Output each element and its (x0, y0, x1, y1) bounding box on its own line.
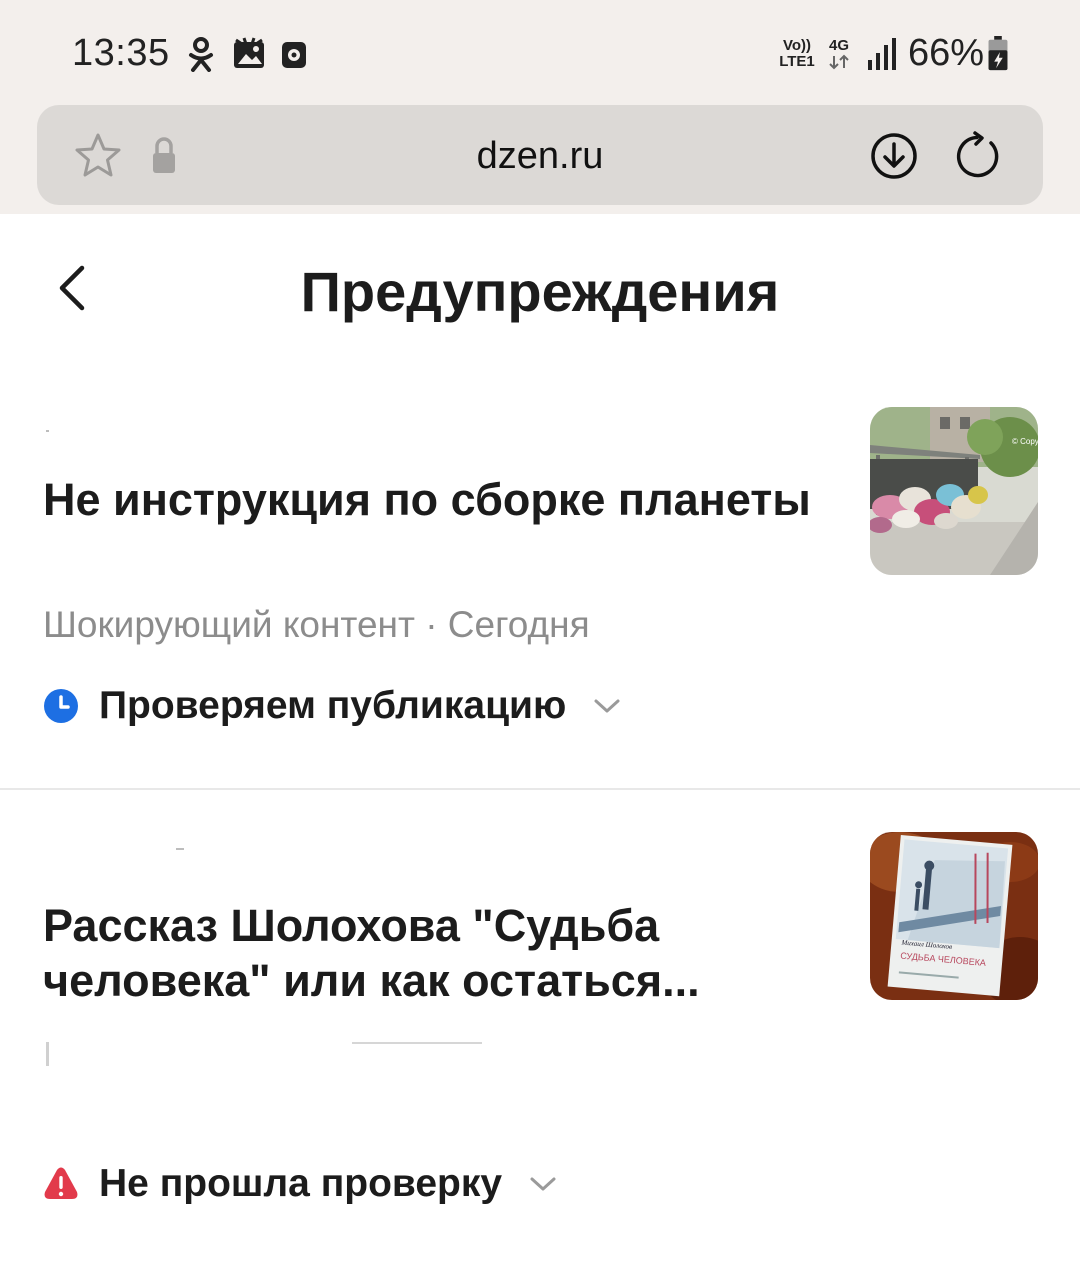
chevron-down-icon[interactable] (592, 696, 622, 716)
status-bar: 13:35 Vo)) LTE1 4G 66% (0, 0, 1080, 100)
card-title[interactable]: Рассказ Шолохова "Судьба человека" или к… (43, 898, 813, 1008)
battery-percent: 66% (908, 32, 985, 74)
status-label: Не прошла проверку (99, 1162, 503, 1205)
warning-card[interactable]: Не инструкция по сборке планеты Шокирующ… (0, 364, 1080, 788)
redacted-mark (46, 430, 49, 432)
download-icon[interactable] (869, 131, 919, 181)
status-row[interactable]: Проверяем публикацию (43, 684, 622, 728)
browser-chrome: 13:35 Vo)) LTE1 4G 66% dzen.ru (0, 0, 1080, 214)
article-thumbnail[interactable]: © Copy (870, 407, 1038, 575)
article-thumbnail[interactable]: Михаил Шолохов СУДЬБА ЧЕЛОВЕКА (870, 832, 1038, 1000)
redacted-mark (352, 1042, 482, 1044)
card-meta: Шокирующий контент · Сегодня (43, 604, 590, 645)
signal-icon (868, 38, 896, 70)
status-time: 13:35 (72, 32, 170, 74)
volte-indicator: Vo)) LTE1 (779, 37, 815, 70)
warning-card[interactable]: Рассказ Шолохова "Судьба человека" или к… (0, 790, 1080, 1286)
data-arrows-icon (829, 54, 849, 70)
redacted-mark (46, 1042, 49, 1066)
address-bar[interactable]: dzen.ru (37, 105, 1043, 205)
reload-icon[interactable] (955, 131, 1005, 181)
gallery-notification-icon (234, 37, 264, 68)
alert-icon (44, 1167, 78, 1199)
battery-charging-icon (988, 36, 1008, 71)
clock-icon (44, 689, 78, 723)
odnoklassniki-icon (189, 37, 213, 72)
chevron-down-icon[interactable] (528, 1174, 558, 1194)
page-title: Предупреждения (300, 260, 780, 323)
card-title[interactable]: Не инструкция по сборке планеты (43, 472, 813, 527)
page-header: Предупреждения (0, 214, 1080, 364)
network-4g-indicator: 4G (826, 38, 852, 74)
thumbnail-watermark: © Copy (1012, 437, 1038, 446)
recorder-icon (282, 42, 306, 68)
status-row[interactable]: Не прошла проверку (43, 1162, 558, 1206)
status-label: Проверяем публикацию (99, 684, 567, 727)
redacted-mark (176, 848, 184, 850)
